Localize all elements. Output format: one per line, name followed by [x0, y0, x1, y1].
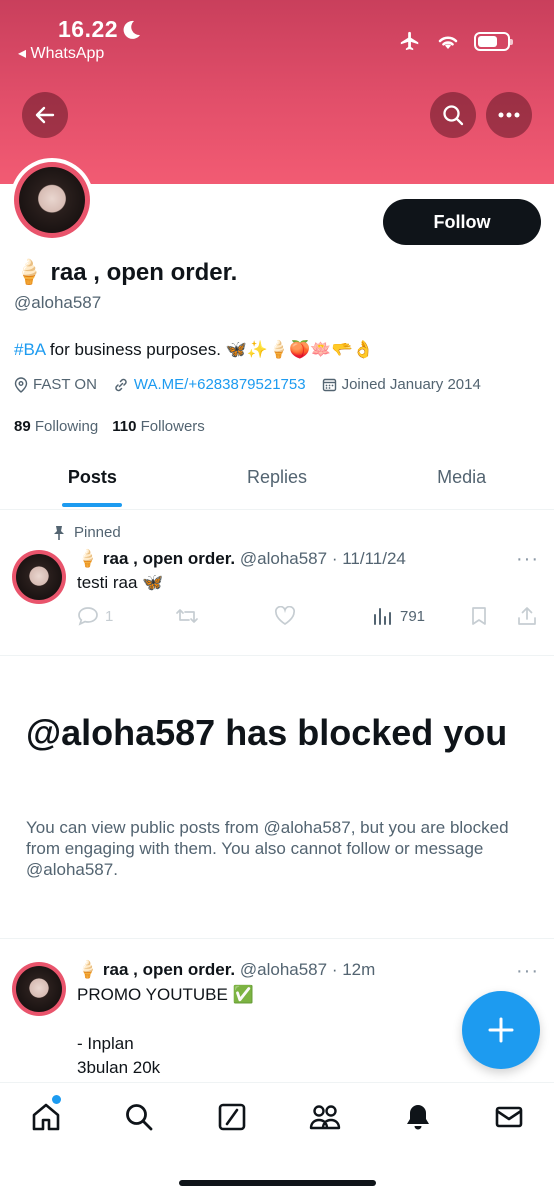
post-text: PROMO YOUTUBE ✅ [77, 985, 254, 1004]
bell-icon [407, 1105, 429, 1130]
profile-tabs: Posts Replies Media [0, 454, 554, 510]
profile-location: FAST ON [33, 376, 97, 393]
arrow-left-icon [35, 106, 55, 124]
post-author-name[interactable]: 🍦 raa , open order. [77, 549, 235, 568]
post-meta: @aloha587 · 11/11/24 [235, 549, 406, 568]
post-meta: @aloha587 · 12m [235, 960, 376, 979]
post-actions: 1 791 [77, 606, 537, 630]
repost-icon [176, 609, 198, 623]
home-icon [32, 1103, 60, 1131]
nav-notifications[interactable] [400, 1099, 436, 1135]
profile-joined-date: Joined January 2014 [341, 376, 481, 393]
nav-communities[interactable] [307, 1099, 343, 1135]
followers-link[interactable]: 110 Followers [112, 418, 205, 435]
avatar-photo [19, 167, 85, 233]
views-count: 791 [400, 607, 426, 625]
moon-icon [123, 20, 140, 39]
status-time: 16.22 [58, 16, 119, 42]
nav-messages[interactable] [491, 1099, 527, 1135]
share-icon [518, 607, 536, 625]
blocked-description: You can view public posts from @aloha587… [26, 818, 509, 879]
tab-replies[interactable]: Replies [185, 454, 370, 509]
active-tab-indicator [62, 503, 123, 507]
link-icon [115, 378, 127, 391]
more-dots-icon [498, 112, 520, 118]
pin-icon [54, 525, 64, 540]
views-button[interactable]: 791 [372, 606, 425, 626]
calendar-icon [322, 378, 336, 392]
post-author-name[interactable]: 🍦 raa , open order. [77, 960, 235, 979]
profile-avatar[interactable] [10, 158, 94, 242]
reply-button[interactable]: 1 [77, 606, 113, 626]
status-icons [398, 30, 513, 52]
share-button[interactable] [517, 606, 537, 626]
bio-text: for business purposes. 🦋✨🍦🍑🪷🫳👌 [45, 340, 374, 359]
profile-bio: #BA for business purposes. 🦋✨🍦🍑🪷🫳👌 [14, 340, 374, 360]
heart-icon [274, 606, 296, 625]
search-button[interactable] [430, 92, 476, 138]
section-divider [0, 938, 554, 939]
bookmark-icon [472, 607, 486, 625]
post-avatar[interactable] [12, 550, 66, 604]
post-more-button[interactable]: ··· [516, 960, 539, 983]
post-more-button[interactable]: ··· [516, 548, 539, 571]
compose-button[interactable] [462, 991, 540, 1069]
like-button[interactable] [274, 606, 296, 626]
communities-icon [309, 1105, 341, 1130]
bio-hashtag-link[interactable]: #BA [14, 340, 45, 359]
post-header: 🍦 raa , open order. @aloha587 · 11/11/24 [77, 549, 406, 569]
tab-media[interactable]: Media [369, 454, 554, 509]
post-body: - Inplan 3bulan 20k [77, 1032, 160, 1080]
blocked-title: @aloha587 has blocked you [26, 712, 508, 753]
views-chart-icon [374, 608, 391, 625]
bookmark-button[interactable] [470, 606, 488, 626]
nav-home[interactable] [28, 1099, 64, 1135]
profile-website-link[interactable]: WA.ME/+6283879521753 [134, 376, 306, 393]
reply-icon [78, 607, 98, 626]
home-indicator [179, 1180, 376, 1186]
back-to-app-link[interactable]: ◂ WhatsApp [18, 43, 104, 63]
profile-meta: FAST ON WA.ME/+6283879521753 Joined Janu… [14, 376, 481, 393]
follow-button[interactable]: Follow [383, 199, 541, 245]
post-text: testi raa 🦋 [77, 573, 164, 592]
location-pin-icon [14, 376, 28, 393]
post-line: - Inplan [77, 1034, 134, 1053]
mail-icon [495, 1106, 523, 1128]
more-options-button[interactable] [486, 92, 532, 138]
nav-search[interactable] [121, 1099, 157, 1135]
post-header: 🍦 raa , open order. @aloha587 · 12m [77, 960, 375, 980]
notification-dot [52, 1095, 61, 1104]
airplane-icon [400, 31, 419, 51]
follow-counts: 89 Following 110 Followers [14, 418, 205, 435]
wifi-icon [438, 36, 458, 49]
back-button[interactable] [22, 92, 68, 138]
pinned-label: Pinned [74, 524, 121, 541]
nav-grok[interactable] [214, 1099, 250, 1135]
reply-count: 1 [105, 607, 114, 625]
post-line: 3bulan 20k [77, 1058, 161, 1077]
post-avatar[interactable] [12, 962, 66, 1016]
plus-icon [488, 1017, 514, 1043]
pinned-indicator: Pinned [52, 524, 121, 541]
tab-posts[interactable]: Posts [0, 454, 185, 509]
profile-handle: @aloha587 [14, 293, 102, 312]
repost-button[interactable] [175, 606, 199, 626]
following-link[interactable]: 89 Following [14, 418, 98, 435]
section-divider [0, 655, 554, 656]
battery-icon [474, 31, 513, 51]
grok-icon [218, 1103, 246, 1131]
search-icon [126, 1104, 153, 1131]
search-icon [443, 105, 464, 126]
display-name: 🍦 raa , open order. [14, 259, 238, 286]
